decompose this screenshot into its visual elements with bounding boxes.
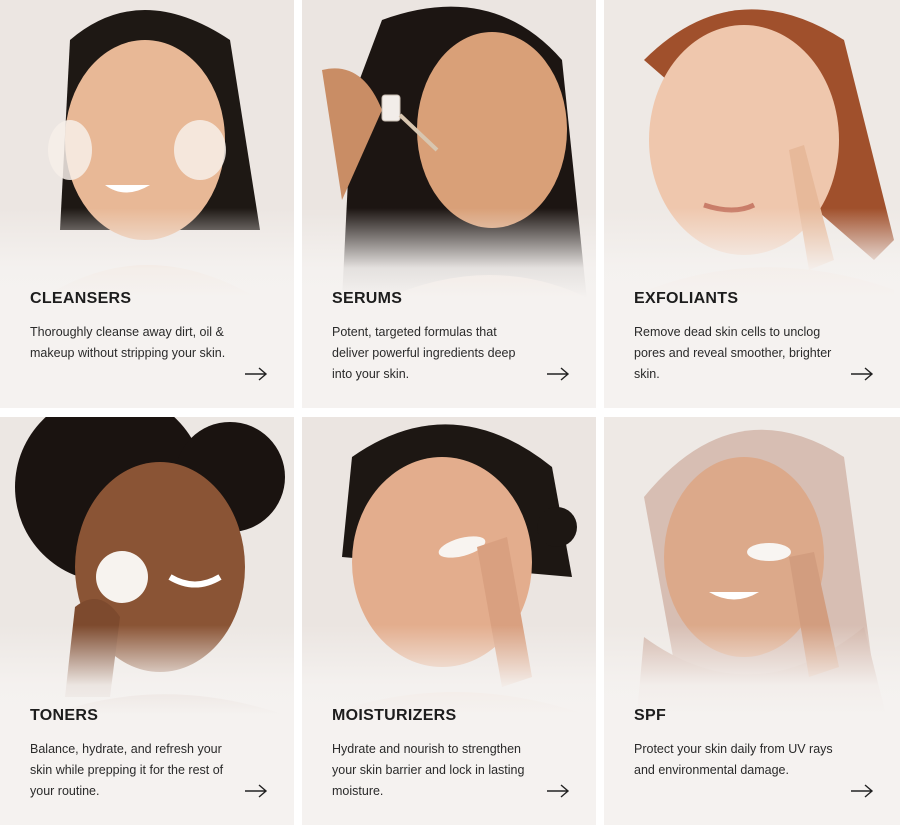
card-title: CLEANSERS bbox=[30, 290, 132, 307]
card-description: Hydrate and nourish to strengthen your s… bbox=[332, 742, 525, 798]
card-title: SPF bbox=[634, 707, 667, 724]
category-grid: CLEANSERS Thoroughly cleanse away dirt, … bbox=[0, 0, 900, 825]
card-title: MOISTURIZERS bbox=[332, 707, 457, 724]
category-card-serums[interactable]: SERUMS Potent, targeted formulas that de… bbox=[302, 0, 596, 408]
arrow-right-icon[interactable] bbox=[850, 783, 874, 799]
category-card-cleansers[interactable]: CLEANSERS Thoroughly cleanse away dirt, … bbox=[0, 0, 294, 408]
card-description: Protect your skin daily from UV rays and… bbox=[634, 742, 833, 777]
category-card-exfoliants[interactable]: EXFOLIANTS Remove dead skin cells to unc… bbox=[604, 0, 900, 408]
card-title: TONERS bbox=[30, 707, 99, 724]
card-title: SERUMS bbox=[332, 290, 403, 307]
card-title: EXFOLIANTS bbox=[634, 290, 739, 307]
card-description: Balance, hydrate, and refresh your skin … bbox=[30, 742, 224, 798]
arrow-right-icon[interactable] bbox=[244, 783, 268, 799]
category-card-moisturizers[interactable]: MOISTURIZERS Hydrate and nourish to stre… bbox=[302, 417, 596, 825]
card-description: Remove dead skin cells to unclog pores a… bbox=[634, 325, 832, 381]
card-description: Potent, targeted formulas that deliver p… bbox=[332, 325, 516, 381]
card-description: Thoroughly cleanse away dirt, oil & make… bbox=[30, 325, 226, 360]
category-card-toners[interactable]: TONERS Balance, hydrate, and refresh you… bbox=[0, 417, 294, 825]
arrow-right-icon[interactable] bbox=[244, 366, 268, 382]
arrow-right-icon[interactable] bbox=[546, 366, 570, 382]
category-card-spf[interactable]: SPF Protect your skin daily from UV rays… bbox=[604, 417, 900, 825]
arrow-right-icon[interactable] bbox=[546, 783, 570, 799]
arrow-right-icon[interactable] bbox=[850, 366, 874, 382]
